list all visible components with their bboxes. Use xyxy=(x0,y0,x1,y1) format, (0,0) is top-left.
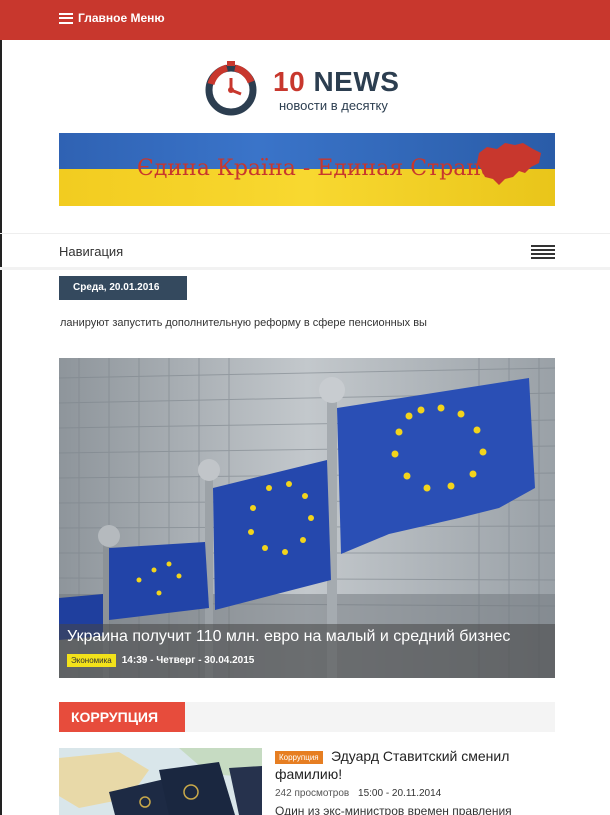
section-title[interactable]: КОРРУПЦИЯ xyxy=(59,702,185,732)
navigation-toggle-icon[interactable] xyxy=(531,245,555,259)
passports-photo xyxy=(59,748,262,815)
article-thumbnail[interactable] xyxy=(59,748,262,815)
featured-meta: Экономика 14:39 - Четверг - 30.04.2015 xyxy=(67,654,254,667)
article-meta: 242 просмотров 15:00 - 20.11.2014 xyxy=(275,788,441,799)
featured-category-badge[interactable]: Экономика xyxy=(67,654,116,667)
article-category-badge[interactable]: Коррупция xyxy=(275,751,323,764)
menu-icon xyxy=(59,12,73,24)
navigation-label: Навигация xyxy=(59,244,124,259)
featured-datetime: 14:39 - Четверг - 30.04.2015 xyxy=(121,655,255,666)
clock-logo-icon xyxy=(205,61,257,116)
main-menu-button[interactable]: Главное Меню xyxy=(59,11,165,25)
article-excerpt: Один из экс-министров времен правления xyxy=(275,804,512,815)
site-logo[interactable]: 10 NEWS новости в десятку xyxy=(199,60,409,116)
featured-article[interactable]: Украина получит 110 млн. евро на малый и… xyxy=(59,358,555,678)
current-date-badge: Среда, 20.01.2016 xyxy=(59,276,187,300)
top-bar: Главное Меню xyxy=(0,0,610,40)
main-menu-label: Главное Меню xyxy=(78,11,165,25)
article-datetime: 15:00 - 20.11.2014 xyxy=(358,788,442,799)
featured-title[interactable]: Украина получит 110 млн. евро на малый и… xyxy=(67,628,510,646)
ukraine-map-icon xyxy=(477,143,541,185)
unity-banner[interactable]: Єдина Країна - Единая Страна xyxy=(59,133,555,206)
section-header: КОРРУПЦИЯ xyxy=(59,702,555,732)
left-border xyxy=(0,40,2,815)
navigation-bar: Навигация xyxy=(0,233,610,270)
article-views: 242 просмотров xyxy=(275,788,350,799)
logo-brand: 10 NEWS xyxy=(273,66,400,97)
logo-tagline: новости в десятку xyxy=(279,98,388,113)
news-ticker[interactable]: ланируют запустить дополнительную реформ… xyxy=(60,317,550,333)
banner-slogan: Єдина Країна - Единая Страна xyxy=(137,156,495,181)
